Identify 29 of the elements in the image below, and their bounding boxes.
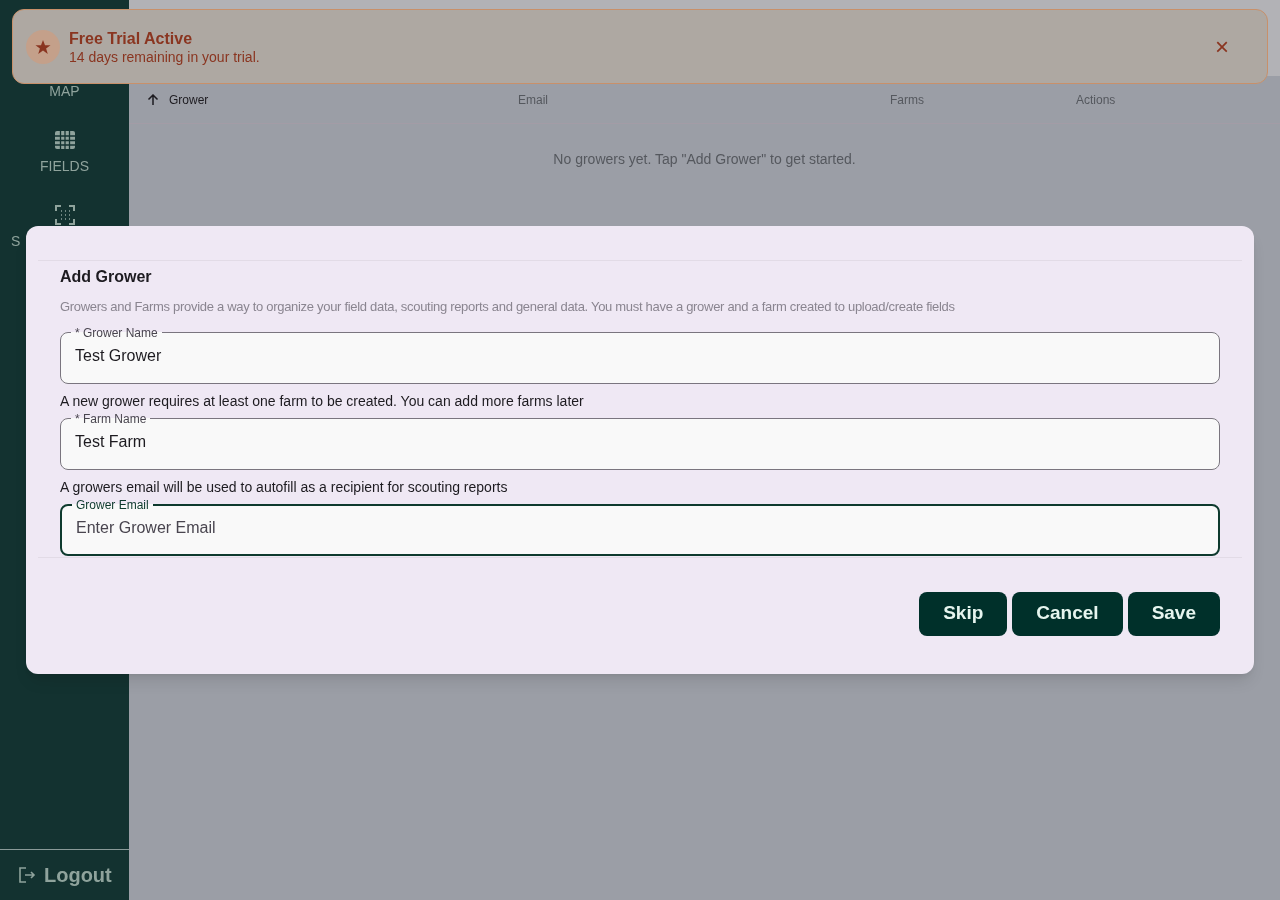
field-label: * Farm Name (74, 412, 148, 425)
input-field[interactable]: Test Grower (71, 343, 1209, 368)
sort-up-icon[interactable] (147, 93, 159, 106)
banner-title: Free Trial Active (69, 28, 194, 49)
text-field[interactable]: Grower Email Enter Grower Email (60, 498, 1220, 556)
logout-icon (19, 867, 36, 883)
field-label: Grower Email (75, 498, 150, 511)
nav-label[interactable]: MAP (49, 81, 80, 102)
dialog-description: Growers and Farms provide a way to organize your field data, scouting reports and general data. You must have a grower and a farm created to upload/create fields (60, 298, 956, 316)
close-button[interactable]: × (1215, 34, 1229, 59)
scan-icon (54, 205, 75, 225)
dialog-title: Add Grower (60, 267, 153, 287)
help-text: A growers email will be used to autofill as a recipient for scouting reports (60, 477, 509, 496)
column-header[interactable]: Grower (169, 90, 209, 109)
input-field[interactable]: Enter Grower Email (72, 515, 1208, 540)
help-text: A new grower requires at least one farm to be created. You can add more farms later (60, 391, 585, 410)
nav-label[interactable]: FIELDS (40, 156, 89, 177)
nav-label[interactable]: S (0, 231, 21, 252)
dialog-button[interactable]: Cancel (1012, 591, 1123, 636)
empty-message: No growers yet. Tap "Add Grower" to get started. (553, 150, 856, 169)
text-field[interactable]: * Farm Name Test Farm (60, 412, 1220, 470)
dialog-button[interactable]: Skip (919, 591, 1008, 636)
table-icon (53, 130, 76, 150)
dialog-button[interactable]: Save (1127, 591, 1220, 636)
banner-message: 14 days remaining in your trial. (69, 48, 261, 65)
logout-button[interactable]: Logout (0, 850, 131, 900)
text-field[interactable]: * Grower Name Test Grower (60, 326, 1220, 384)
field-label: * Grower Name (74, 326, 159, 339)
input-field[interactable]: Test Farm (71, 429, 1209, 454)
